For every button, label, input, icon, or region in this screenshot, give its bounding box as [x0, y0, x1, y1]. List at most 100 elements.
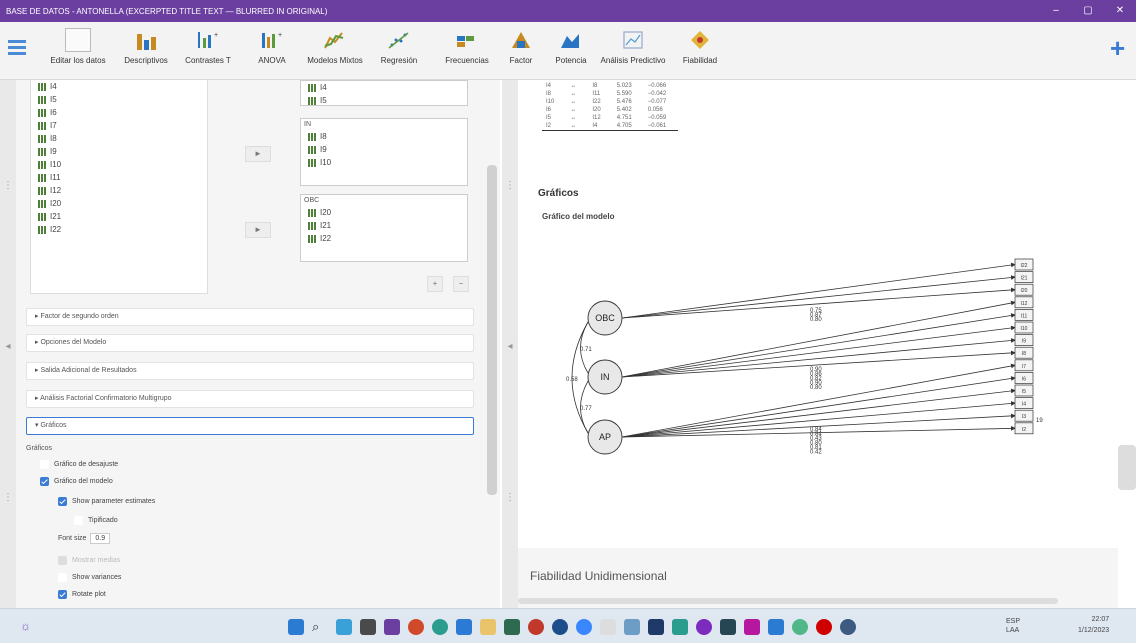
toolbar-fiabilidad[interactable]: Fiabilidad: [672, 28, 728, 76]
scale-variable-icon: [37, 212, 46, 221]
widgets-icon[interactable]: ☼: [20, 619, 36, 635]
factor-box-in[interactable]: IN I8 I9 I10: [300, 118, 468, 186]
font-size-field[interactable]: Font size 0.9: [58, 533, 111, 544]
taskbar-app-18-icon[interactable]: [840, 619, 856, 635]
taskbar-app-1-icon[interactable]: [336, 619, 352, 635]
indicator-label: I20: [1021, 288, 1028, 294]
taskbar-app-15-icon[interactable]: [768, 619, 784, 635]
move-to-factor-in-button[interactable]: ►: [245, 146, 271, 162]
toolbar-contrastes-t[interactable]: + Contrastes T: [178, 28, 238, 76]
variable-item[interactable]: I4: [31, 80, 207, 93]
maximize-button[interactable]: ▢: [1072, 0, 1104, 22]
toolbar-regresion[interactable]: Regresión: [372, 28, 426, 76]
variable-item[interactable]: I21: [31, 210, 207, 223]
table-cell: I8: [546, 91, 552, 97]
variable-item[interactable]: I6: [31, 106, 207, 119]
taskbar-app-6-icon[interactable]: [552, 619, 568, 635]
scale-variable-icon: [37, 82, 46, 91]
sem-model-graph: 0.750.870.800.900.860.820.900.800.840.84…: [566, 258, 1043, 456]
taskbar-app-2-icon[interactable]: [360, 619, 376, 635]
variable-item[interactable]: I22: [31, 223, 207, 236]
edge-icon[interactable]: [432, 619, 448, 635]
title-bar: BASE DE DATOS - ANTONELLA (EXCERPTED TIT…: [0, 0, 1136, 22]
menu-icon[interactable]: [8, 40, 26, 56]
taskbar-app-14-icon[interactable]: [744, 619, 760, 635]
taskbar-app-8-icon[interactable]: [600, 619, 616, 635]
table-cell: 0.056: [647, 107, 663, 113]
factor-box-obc[interactable]: OBC I20 I21 I22: [300, 194, 468, 262]
toolbar-modelos-mixtos[interactable]: Modelos Mixtos: [302, 28, 368, 76]
taskbar-app-17-icon[interactable]: [816, 619, 832, 635]
table-cell: −0.066: [647, 83, 667, 89]
fiabilidad-title: Fiabilidad Unidimensional: [530, 569, 667, 583]
section-factor-segundo-orden[interactable]: ▸ Factor de segundo orden: [26, 308, 474, 326]
taskbar-app-3-icon[interactable]: [384, 619, 400, 635]
table-row: I6 ↔ I20 5.402 0.056: [542, 106, 678, 114]
taskbar-app-16-icon[interactable]: [792, 619, 808, 635]
bar-chart-icon: [133, 28, 159, 52]
table-row: I10 ↔ I22 5.476 −0.077: [542, 98, 678, 106]
toolbar-descriptivos[interactable]: Descriptivos: [116, 28, 176, 76]
start-icon[interactable]: [288, 619, 304, 635]
chrome-icon[interactable]: [408, 619, 424, 635]
checkbox-show-parameter-estimates[interactable]: Show parameter estimates: [58, 497, 155, 506]
section-opciones-modelo[interactable]: ▸ Opciones del Modelo: [26, 334, 474, 352]
remove-factor-button[interactable]: −: [453, 276, 469, 292]
toolbar-potencia[interactable]: Potencia: [548, 28, 594, 76]
horizontal-scrollbar[interactable]: [518, 598, 1058, 604]
language-indicator[interactable]: ESP LAA: [1006, 617, 1020, 635]
variable-item[interactable]: I11: [31, 171, 207, 184]
toolbar-editar-datos[interactable]: Editar los datos: [44, 28, 112, 76]
toolbar-anova[interactable]: + ANOVA: [245, 28, 299, 76]
excel-icon[interactable]: [504, 619, 520, 635]
close-button[interactable]: ✕: [1104, 0, 1136, 22]
results-scrollbar[interactable]: [1118, 445, 1136, 490]
taskbar-app-10-icon[interactable]: [648, 619, 664, 635]
table-cell: I6: [546, 107, 552, 113]
taskbar-app-4-icon[interactable]: [456, 619, 472, 635]
table-row: I4 ↔ I8 5.023 −0.066: [542, 82, 678, 90]
checkbox-tipificado[interactable]: Tipificado: [74, 516, 118, 525]
factor-box-1[interactable]: I4 I5: [300, 80, 468, 106]
taskbar-app-13-icon[interactable]: [720, 619, 736, 635]
section-salida-adicional[interactable]: ▸ Salida Adicional de Resultados: [26, 362, 474, 380]
checkbox-show-variances[interactable]: Show variances: [58, 573, 121, 582]
add-module-button[interactable]: +: [1110, 35, 1130, 61]
toolbar-analisis-predictivo[interactable]: Análisis Predictivo: [596, 28, 670, 76]
checkbox-rotate-plot[interactable]: Rotate plot: [58, 590, 106, 599]
clock[interactable]: 22:07 1/12/2023: [1078, 614, 1109, 636]
taskbar-app-12-icon[interactable]: [696, 619, 712, 635]
minimize-button[interactable]: –: [1040, 0, 1072, 22]
variable-item[interactable]: I8: [31, 132, 207, 145]
taskbar-app-11-icon[interactable]: [672, 619, 688, 635]
move-to-factor-obc-button[interactable]: ►: [245, 222, 271, 238]
checkbox-grafico-desajuste[interactable]: Gráfico de desajuste: [40, 460, 118, 469]
add-factor-button[interactable]: +: [427, 276, 443, 292]
variable-item[interactable]: I9: [31, 145, 207, 158]
scale-variable-icon: [37, 225, 46, 234]
indicator-label: I2: [1022, 427, 1026, 433]
file-explorer-icon[interactable]: [480, 619, 496, 635]
checkbox-grafico-modelo[interactable]: Gráfico del modelo: [40, 477, 113, 486]
taskbar-app-5-icon[interactable]: [528, 619, 544, 635]
section-afc-multigrupo[interactable]: ▸ Análisis Factorial Confirmatorio Multi…: [26, 390, 474, 408]
table-cell: −0.059: [647, 115, 667, 121]
variable-item[interactable]: I20: [31, 197, 207, 210]
variable-item[interactable]: I12: [31, 184, 207, 197]
search-icon[interactable]: ⌕: [312, 619, 328, 635]
checkbox-mostrar-medias[interactable]: Mostrar medias: [58, 556, 120, 565]
taskbar-app-9-icon[interactable]: [624, 619, 640, 635]
variable-item[interactable]: I10: [31, 158, 207, 171]
variable-item[interactable]: I7: [31, 119, 207, 132]
toolbar-factor[interactable]: Factor: [500, 28, 542, 76]
taskbar-app-7-icon[interactable]: [576, 619, 592, 635]
middle-splitter[interactable]: ⋮ ◂ ⋮: [502, 80, 518, 608]
mixed-models-icon: [322, 28, 348, 52]
left-collapse-strip[interactable]: ⋮ ◂ ⋮: [0, 80, 16, 608]
table-cell: ↔: [570, 115, 577, 121]
options-scrollbar[interactable]: [487, 165, 497, 495]
table-cell: 4.751: [616, 115, 632, 121]
section-graficos[interactable]: ▾ Gráficos: [26, 417, 474, 435]
toolbar-frecuencias[interactable]: Frecuencias: [434, 28, 500, 76]
variable-item[interactable]: I5: [31, 93, 207, 106]
